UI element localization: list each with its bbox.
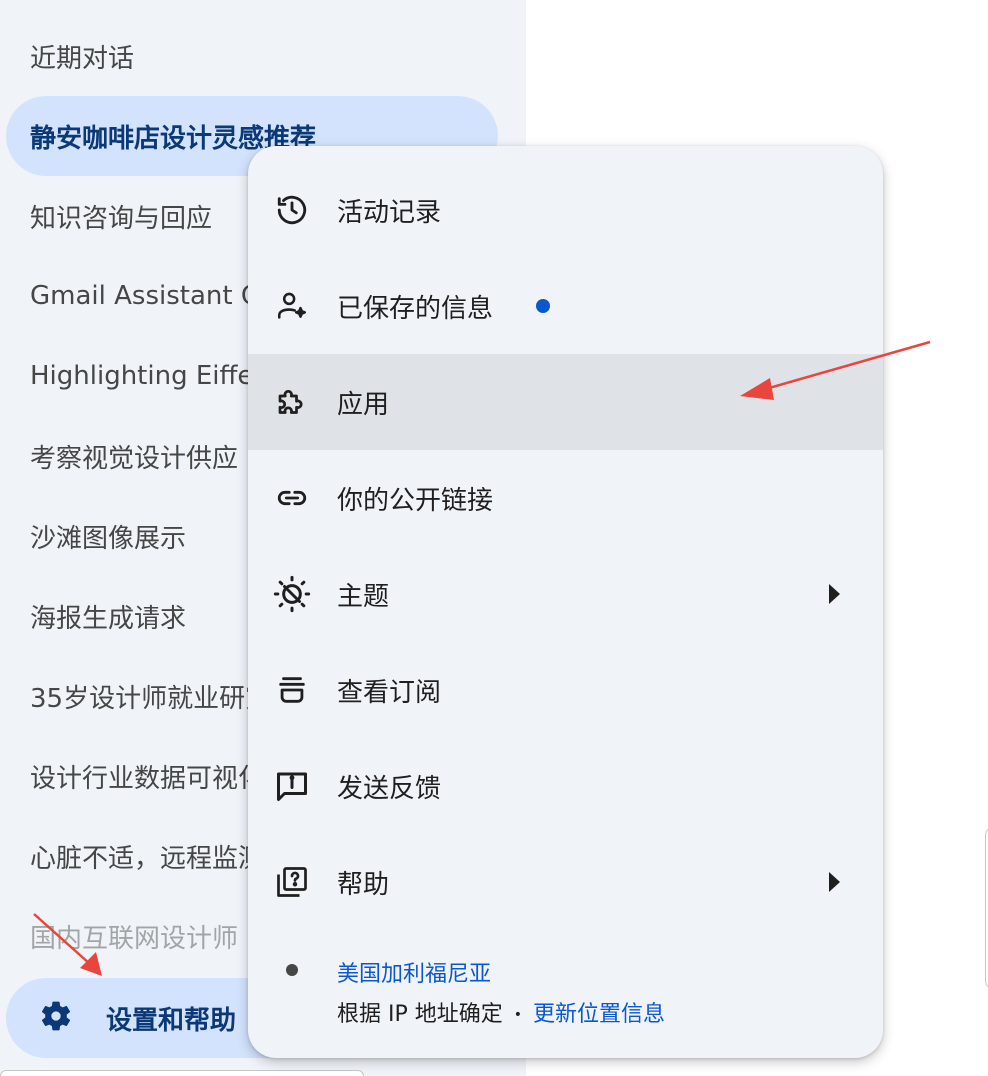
update-location-link[interactable]: 更新位置信息 [533,1002,665,1027]
conversation-label: 知识咨询与回应 [30,203,213,234]
location-dot-icon [286,964,298,976]
saved-info-icon [272,286,312,326]
menu-item-label: 已保存的信息 [337,293,494,324]
bottom-panel-edge [0,1070,364,1076]
settings-and-help-label: 设置和帮助 [106,1005,237,1036]
menu-item-label: 你的公开链接 [337,485,494,516]
submenu-arrow-icon [829,872,840,892]
menu-item-label: 帮助 [337,869,390,900]
gear-icon [38,998,74,1038]
help-icon [272,862,312,902]
menu-item-help[interactable]: 帮助 [248,834,883,930]
conversation-label: 国内互联网设计师 [30,923,239,954]
menu-item-label: 应用 [337,389,390,420]
recent-conversations-heading: 近期对话 [30,44,135,74]
menu-item-label: 活动记录 [337,197,442,228]
menu-item-theme[interactable]: 主题 [248,546,883,642]
conversation-label: 考察视觉设计供应 [30,443,239,474]
history-icon [272,190,312,230]
menu-item-activity[interactable]: 活动记录 [248,162,883,258]
location-separator: • [513,1007,523,1023]
location-source-text: 根据 IP 地址确定 [337,1002,503,1027]
new-indicator-dot [536,299,550,313]
subscription-icon [272,670,312,710]
theme-icon [272,574,312,614]
menu-item-subscriptions[interactable]: 查看订阅 [248,642,883,738]
puzzle-icon [272,382,312,422]
feedback-icon [272,766,312,806]
menu-item-public-links[interactable]: 你的公开链接 [248,450,883,546]
menu-item-apps[interactable]: 应用 [248,354,883,450]
location-name[interactable]: 美国加利福尼亚 [337,956,491,988]
menu-item-feedback[interactable]: 发送反馈 [248,738,883,834]
submenu-arrow-icon [829,584,840,604]
menu-item-label: 查看订阅 [337,677,442,708]
settings-menu: 活动记录 已保存的信息 应用 你的公开链接 主题 查看订阅 发送反馈 帮助 美国… [248,146,883,1058]
conversation-label: 35岁设计师就业研究 [30,683,272,714]
menu-item-label: 主题 [337,581,390,612]
conversation-label: 海报生成请求 [30,603,187,634]
conversation-label: 设计行业数据可视化 [30,763,265,794]
menu-item-saved-info[interactable]: 已保存的信息 [248,258,883,354]
conversation-label: 沙滩图像展示 [30,523,187,554]
link-icon [272,478,312,518]
conversation-label: 心脏不适，远程监测 [30,843,265,874]
location-source-line: 根据 IP 地址确定 • 更新位置信息 [337,996,665,1028]
menu-item-label: 发送反馈 [337,773,442,804]
